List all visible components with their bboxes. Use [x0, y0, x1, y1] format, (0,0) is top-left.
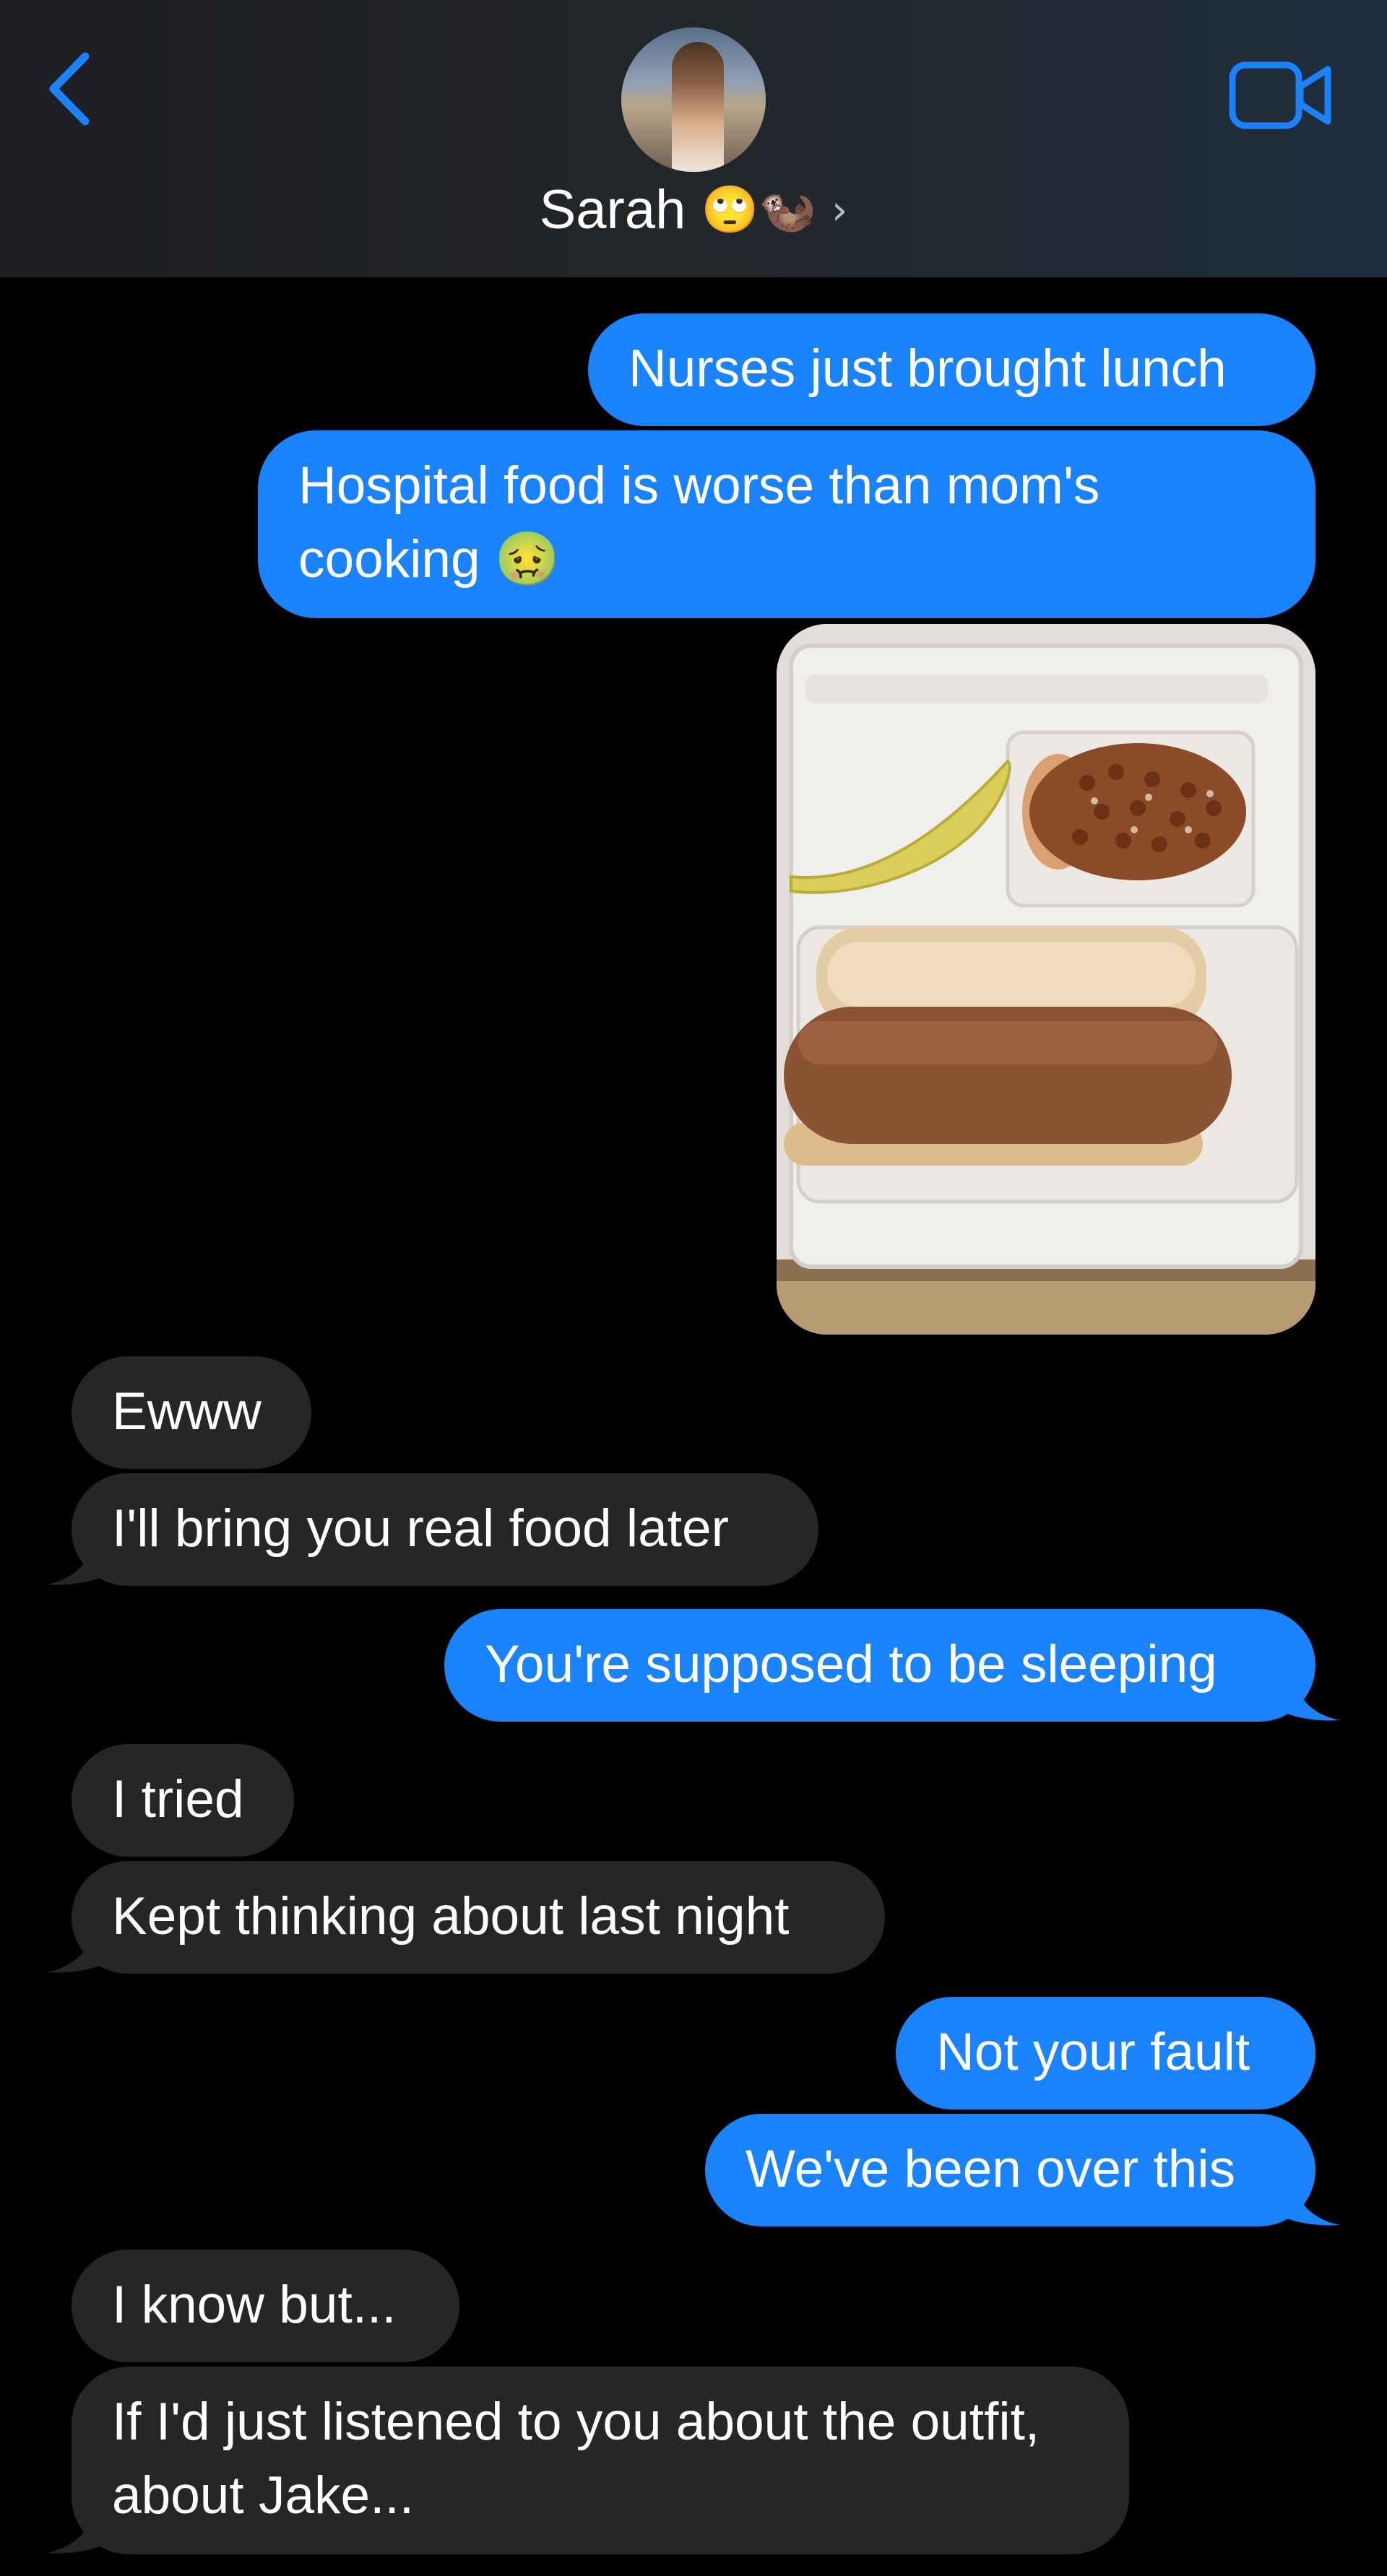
conversation-header: Sarah 🙄🦦 ›	[0, 0, 1387, 277]
message-text: We've been over this	[746, 2140, 1236, 2198]
message-bubble-incoming[interactable]: If I'd just listened to you about the ou…	[72, 2367, 1129, 2554]
bubble-tail-incoming	[47, 2499, 108, 2554]
message-bubble-incoming[interactable]: I tried	[72, 1744, 294, 1857]
bubble-tail-incoming	[47, 1919, 108, 1973]
message-text: Not your fault	[936, 2023, 1250, 2081]
message-text: If I'd just listened to you about the ou…	[112, 2393, 1040, 2525]
message-text: Hospital food is worse than mom's cookin…	[298, 456, 1100, 589]
message-text: I tried	[112, 1770, 244, 1829]
contact-name: Sarah	[539, 179, 686, 240]
video-camera-icon	[1229, 61, 1331, 129]
message-bubble-incoming[interactable]: I'll bring you real food later	[72, 1473, 818, 1586]
contact-avatar[interactable]	[621, 27, 766, 172]
hospital-lunch-photo	[777, 624, 1315, 1335]
bubble-tail-incoming	[47, 1531, 108, 1585]
food-photo-attachment[interactable]	[777, 624, 1315, 1335]
bubble-tail-outgoing	[1279, 2172, 1340, 2226]
message-bubble-outgoing[interactable]: Hospital food is worse than mom's cookin…	[258, 430, 1315, 618]
message-bubble-outgoing[interactable]: Not your fault	[896, 1997, 1315, 2109]
contact-name-button[interactable]: Sarah 🙄🦦 ›	[0, 178, 1387, 243]
avatar-photo	[672, 42, 724, 172]
message-bubble-outgoing[interactable]: We've been over this	[705, 2114, 1315, 2226]
back-button[interactable]	[43, 49, 101, 129]
message-bubble-outgoing[interactable]: You're supposed to be sleeping	[444, 1609, 1315, 1722]
chevron-right-icon: ›	[831, 187, 848, 234]
message-bubble-incoming[interactable]: I know but...	[72, 2250, 459, 2362]
message-bubble-incoming[interactable]: Ewww	[72, 1356, 311, 1469]
message-bubble-outgoing[interactable]: Nurses just brought lunch	[588, 313, 1315, 426]
chevron-left-icon	[49, 52, 90, 126]
message-text: You're supposed to be sleeping	[485, 1635, 1217, 1694]
message-bubble-incoming[interactable]: Kept thinking about last night	[72, 1861, 885, 1974]
message-text: Nurses just brought lunch	[628, 339, 1227, 398]
message-text: I'll bring you real food later	[112, 1499, 729, 1558]
message-text: Ewww	[112, 1382, 262, 1441]
bubble-tail-outgoing	[1279, 1667, 1340, 1721]
video-call-button[interactable]	[1228, 59, 1333, 131]
name-emojis: 🙄🦦	[701, 183, 816, 237]
message-text: I know but...	[112, 2276, 397, 2334]
message-text: Kept thinking about last night	[112, 1887, 790, 1946]
